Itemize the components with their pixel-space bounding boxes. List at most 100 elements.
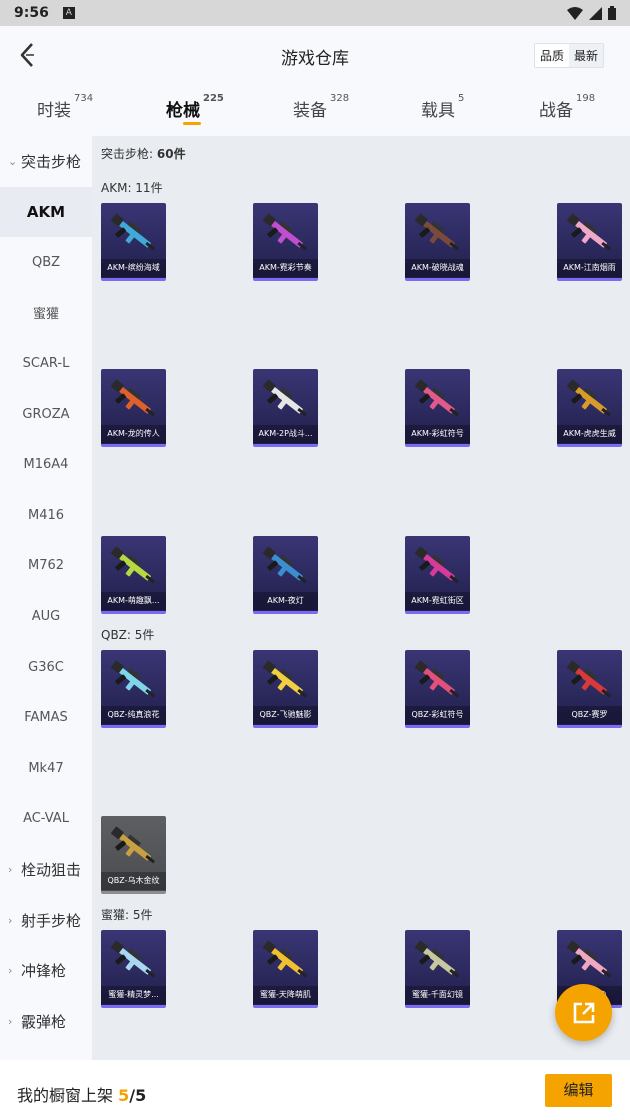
weapon-card[interactable]: 蜜獾-天降萌肌 (253, 930, 318, 1008)
tab-supplies[interactable]: 战备198 (539, 93, 595, 121)
weapon-name: 蜜獾-天降萌肌 (253, 986, 318, 1004)
weapon-card[interactable]: AKM-虎虎生威 (557, 369, 622, 447)
sidebar-item[interactable]: AC-VAL (0, 794, 92, 844)
weapon-skin-icon (263, 940, 308, 978)
weapon-name: QBZ-彩虹符号 (405, 706, 470, 724)
sidebar-item[interactable]: AUG (0, 591, 92, 641)
section-count: 11件 (135, 181, 163, 195)
tab-fashion[interactable]: 时装734 (37, 93, 93, 121)
chevron-right-icon: › (8, 1014, 13, 1028)
weapon-card[interactable]: 蜜獾-精灵梦... (101, 930, 166, 1008)
sidebar-item[interactable]: M16A4 (0, 440, 92, 490)
status-bar: 9:56 A (0, 0, 630, 26)
weapon-skin-icon (415, 213, 460, 251)
weapon-name: AKM-夜灯 (253, 592, 318, 610)
sidebar-group[interactable]: ⌄ 突击步枪 (0, 136, 92, 186)
tab-label: 载具 (421, 101, 455, 121)
sidebar-label: G36C (28, 659, 64, 675)
weapon-card[interactable]: QBZ-彩虹符号 (405, 650, 470, 728)
section-label: QBZ: 5件 (101, 628, 155, 642)
showcase-footer: 我的橱窗上架 5/5 编辑 (0, 1060, 630, 1120)
weapon-card[interactable]: QBZ-乌木金纹 (101, 816, 166, 894)
weapon-card[interactable]: AKM-2P战斗... (253, 369, 318, 447)
weapon-name: AKM-缤纷海域 (101, 259, 166, 277)
status-time: 9:56 (14, 5, 49, 21)
weapon-name: AKM-2P战斗... (253, 425, 318, 443)
weapon-name: AKM-霓彩节奏 (253, 259, 318, 277)
tab-vehicles[interactable]: 载具5 (421, 93, 464, 121)
weapon-name: AKM-萌趣飘... (101, 592, 166, 610)
sidebar-group[interactable]: › 射手步枪 (0, 895, 92, 945)
sidebar-item[interactable]: AKM (0, 186, 92, 237)
weapon-name: AKM-霓虹街区 (405, 592, 470, 610)
weapon-card[interactable]: AKM-萌趣飘... (101, 536, 166, 614)
weapon-name: QBZ-纯真浪花 (101, 706, 166, 724)
sidebar-group[interactable]: › 霰弹枪 (0, 996, 92, 1046)
header: 游戏仓库 品质 最新 (0, 26, 630, 84)
wifi-icon (567, 6, 583, 20)
sidebar-group[interactable]: › 栓动狙击 (0, 844, 92, 894)
sidebar-item[interactable]: GROZA (0, 389, 92, 439)
sidebar-item[interactable]: SCAR-L (0, 338, 92, 388)
weapon-card[interactable]: QBZ-赛罗 (557, 650, 622, 728)
weapon-skin-icon (567, 940, 612, 978)
section-name: QBZ (101, 628, 127, 642)
sidebar-item[interactable]: M416 (0, 490, 92, 540)
sidebar-item[interactable]: FAMAS (0, 693, 92, 743)
weapon-card[interactable]: AKM-江南烟雨 (557, 203, 622, 281)
weapon-card[interactable]: 蜜獾-千面幻镜 (405, 930, 470, 1008)
tab-equipment[interactable]: 装备328 (293, 93, 349, 121)
sidebar-item[interactable]: G36C (0, 642, 92, 692)
chevron-down-icon: ⌄ (8, 154, 18, 168)
weapon-card[interactable]: AKM-缤纷海域 (101, 203, 166, 281)
sort-quality-button[interactable]: 品质 (534, 44, 569, 67)
tab-label: 战备 (539, 101, 573, 121)
weapon-card[interactable]: AKM-霓虹街区 (405, 536, 470, 614)
edit-button[interactable]: 编辑 (545, 1074, 612, 1107)
sidebar-label: 射手步枪 (21, 911, 82, 930)
sidebar-item[interactable]: Mk47 (0, 743, 92, 793)
weapon-skin-icon (263, 379, 308, 417)
showcase-label: 我的橱窗上架 (17, 1086, 114, 1105)
tab-guns[interactable]: 枪械225 (166, 93, 224, 121)
weapon-name: AKM-虎虎生威 (557, 425, 622, 443)
sidebar-label: QBZ (31, 254, 61, 270)
weapon-name: QBZ-赛罗 (557, 706, 622, 724)
weapon-card[interactable]: AKM-彩虹符号 (405, 369, 470, 447)
sidebar-label: FAMAS (24, 710, 68, 726)
sidebar-label: 突击步枪 (21, 152, 82, 171)
sidebar-group[interactable]: › 冲锋枪 (0, 946, 92, 996)
weapon-skin-icon (263, 213, 308, 251)
share-fab-button[interactable] (555, 984, 612, 1041)
showcase-total: /5 (129, 1086, 147, 1105)
weapon-skin-icon (111, 379, 156, 417)
weapon-card[interactable]: QBZ-飞驰魅影 (253, 650, 318, 728)
weapon-skin-icon (111, 213, 156, 251)
weapon-skin-icon (415, 379, 460, 417)
category-header: 突击步枪: 60件 (101, 147, 186, 161)
section-label: 蜜獾: 5件 (101, 908, 153, 922)
weapon-card[interactable]: AKM-破晓战魂 (405, 203, 470, 281)
active-tab-indicator (183, 122, 201, 125)
weapon-skin-icon (567, 213, 612, 251)
weapon-name: QBZ-飞驰魅影 (253, 706, 318, 724)
weapon-skin-icon (567, 379, 612, 417)
section-count: 5件 (134, 628, 155, 642)
weapon-skin-icon (111, 940, 156, 978)
weapon-card[interactable]: QBZ-纯真浪花 (101, 650, 166, 728)
weapon-card[interactable]: AKM-霓彩节奏 (253, 203, 318, 281)
weapon-skin-icon (111, 660, 156, 698)
weapon-card[interactable]: AKM-夜灯 (253, 536, 318, 614)
weapon-skin-icon (111, 826, 156, 864)
sidebar-item[interactable]: 蜜獾 (0, 288, 92, 338)
category-name: 突击步枪 (101, 147, 150, 161)
sidebar-label: SCAR-L (22, 355, 70, 371)
sidebar-label: 霰弹枪 (21, 1012, 67, 1031)
sidebar-label: M16A4 (23, 457, 69, 473)
sort-newest-button[interactable]: 最新 (569, 44, 603, 67)
weapon-skin-icon (263, 660, 308, 698)
weapon-name: 蜜獾-精灵梦... (101, 986, 166, 1004)
sidebar-item[interactable]: M762 (0, 541, 92, 591)
weapon-card[interactable]: AKM-龙的传人 (101, 369, 166, 447)
sidebar-item[interactable]: QBZ (0, 237, 92, 287)
